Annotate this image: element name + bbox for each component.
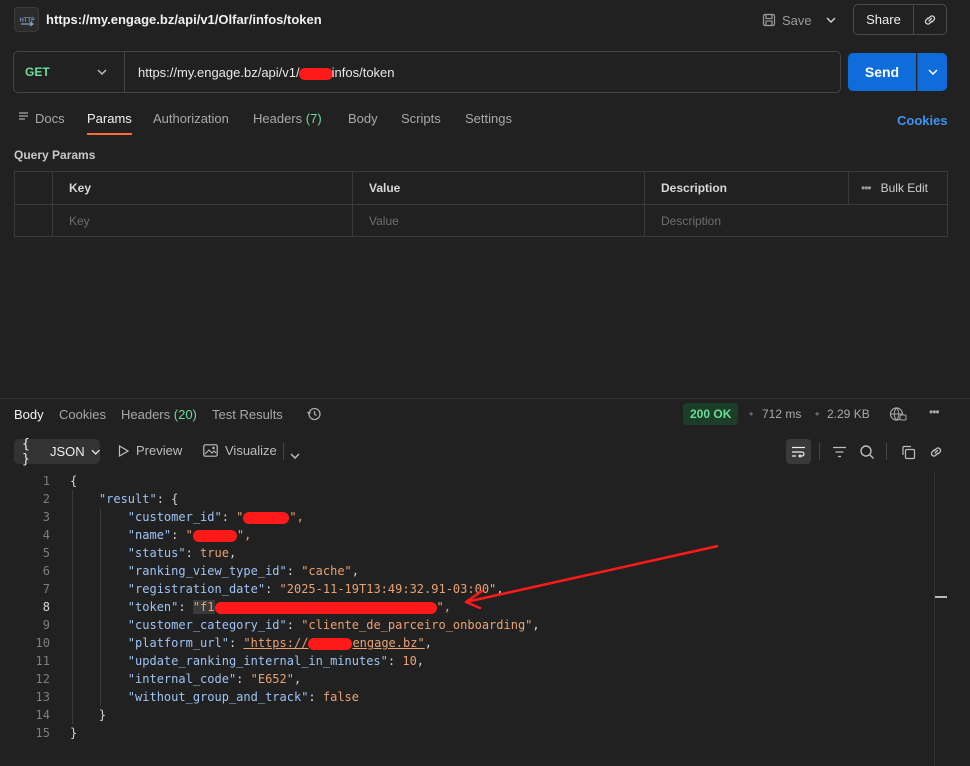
annotation-arrow bbox=[464, 544, 719, 610]
